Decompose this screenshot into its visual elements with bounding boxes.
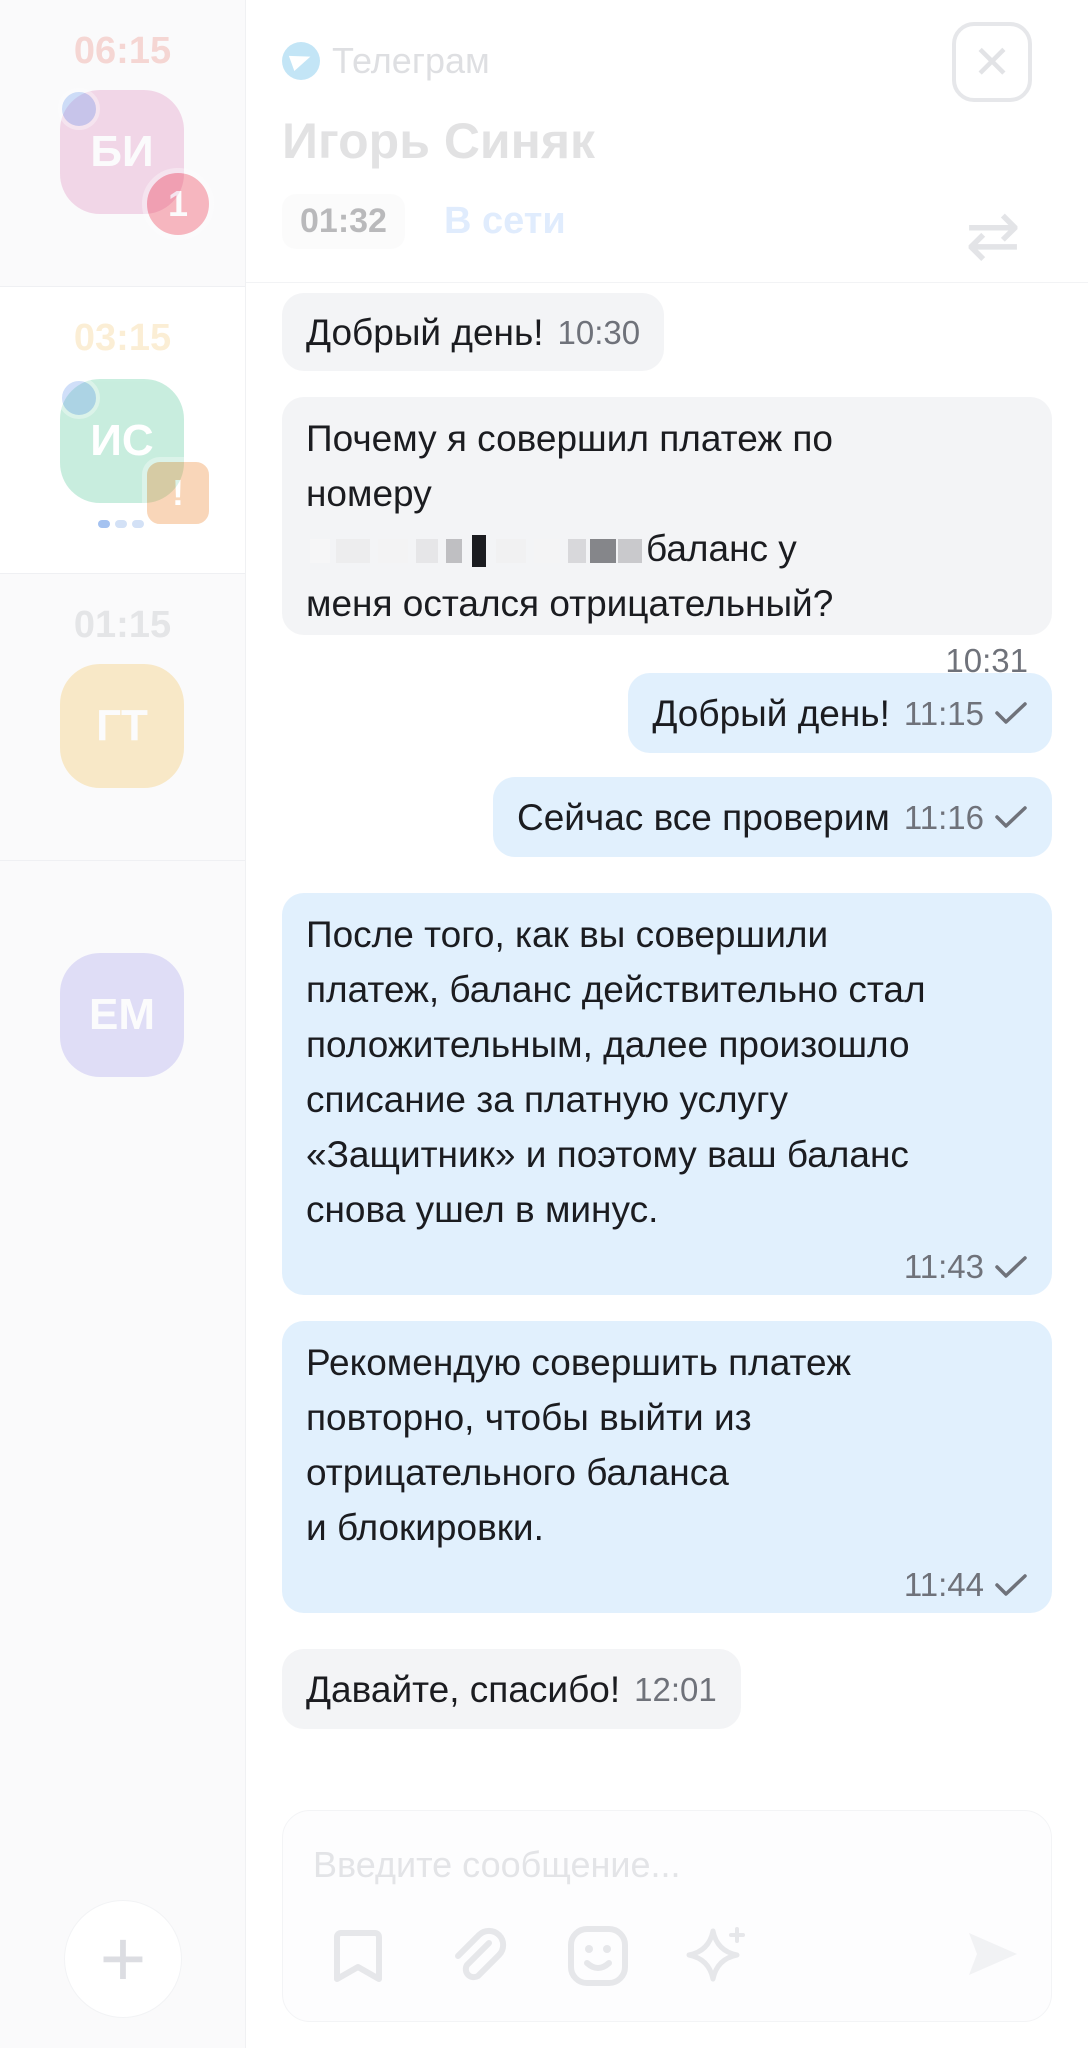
message-text: После того, как вы совершили платеж, бал… [306,914,926,1230]
message-outgoing[interactable]: Добрый день! 11:15 [628,673,1052,753]
chat-timer: 06:15 [73,30,172,72]
message-text-part: Почему я совершил платеж по номеру [306,418,833,514]
sparkle-icon[interactable] [683,1921,753,1991]
message-text: Добрый день! [652,692,890,734]
message-text: Сейчас все проверим [516,796,890,838]
close-button[interactable]: ✕ [952,22,1032,102]
message-time: 10:30 [557,313,641,351]
chat-list-item-bi[interactable]: 06:15 БИ 1 [0,0,245,287]
message-time: 11:15 [903,694,984,732]
chat-list-item-is[interactable]: 03:15 ИС ! [0,287,245,574]
presence-status: В сети [444,200,566,242]
read-check-icon [995,806,1027,828]
message-composer [282,1810,1052,2022]
warning-badge: ! [142,457,214,529]
session-timer: 01:32 [282,194,405,249]
chat-page-indicator [98,520,144,528]
contact-name: Игорь Синяк [282,113,596,169]
chat-sidebar: 06:15 БИ 1 03:15 ИС ! 01:15 ГТ ЕМ + [0,0,246,2048]
telegram-icon [282,42,320,80]
message-time: 12:01 [634,1670,717,1708]
avatar: ГТ [60,664,184,788]
read-check-icon [995,702,1027,724]
read-check-icon [995,1573,1027,1596]
channel-label: Телеграм [282,40,490,82]
send-button[interactable] [957,1919,1027,1989]
read-check-icon [995,1255,1027,1278]
message-outgoing[interactable]: После того, как вы совершили платеж, бал… [282,893,1052,1295]
transfer-button[interactable]: ⇄ [948,200,1038,270]
close-icon: ✕ [972,36,1012,88]
online-dot [58,377,100,419]
chat-header: Телеграм Игорь Синяк 01:32 В сети ✕ ⇄ [246,0,1088,283]
paperclip-icon[interactable] [443,1921,513,1991]
chat-timer: 03:15 [73,317,172,359]
chat-list-item-em[interactable]: ЕМ [0,861,245,1147]
transfer-arrows-icon: ⇄ [965,198,1021,272]
redacted-phone-number [306,535,646,568]
message-text: Давайте, спасибо! [306,1668,621,1710]
message-list[interactable]: Добрый день! 10:30 Почему я совершил пла… [246,283,1088,1803]
message-text: Добрый день! [306,311,544,353]
message-incoming[interactable]: Почему я совершил платеж по номеру балан… [282,397,1052,679]
avatar: ЕМ [60,953,184,1077]
message-text: Рекомендую совершить платеж повторно, чт… [306,1342,851,1548]
online-dot [58,88,100,130]
bookmark-icon[interactable] [323,1921,393,1991]
emoji-icon[interactable] [563,1921,633,1991]
message-outgoing[interactable]: Рекомендую совершить платеж повторно, чт… [282,1321,1052,1613]
message-input[interactable] [311,1829,935,1901]
add-chat-button[interactable]: + [64,1900,182,2018]
message-incoming[interactable]: Давайте, спасибо! 12:01 [282,1649,741,1729]
message-time: 11:44 [903,1566,984,1603]
channel-name: Телеграм [332,40,490,81]
message-time: 11:43 [903,1248,984,1285]
message-time: 11:16 [903,798,984,836]
chat-timer: 01:15 [73,604,172,646]
message-outgoing[interactable]: Сейчас все проверим 11:16 [492,777,1052,857]
plus-icon: + [99,1914,147,2003]
message-text: Почему я совершил платеж по номеру балан… [306,411,1028,631]
chat-list-item-gt[interactable]: 01:15 ГТ [0,574,245,861]
unread-badge: 1 [142,168,214,240]
message-incoming[interactable]: Добрый день! 10:30 [282,293,665,371]
